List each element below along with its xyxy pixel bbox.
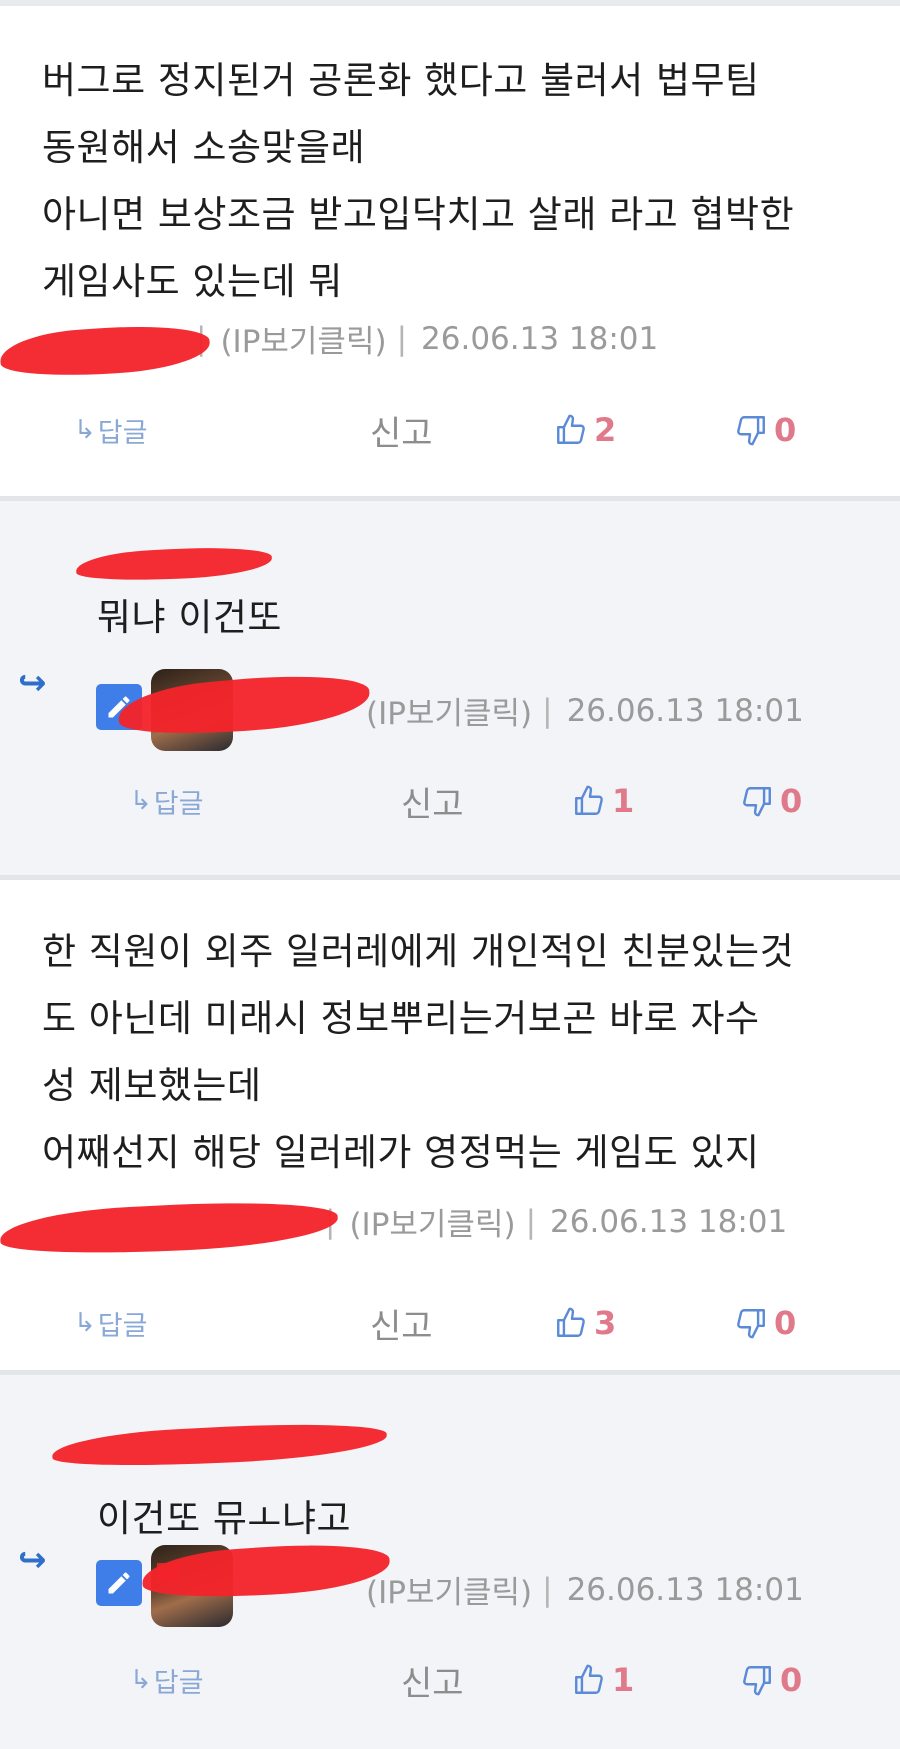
reply-arrow-icon: ↳ (130, 786, 152, 816)
pencil-icon[interactable] (96, 1560, 142, 1606)
timestamp: 26.06.13 18:01 (550, 1203, 788, 1240)
timestamp: 26.06.13 18:01 (566, 1571, 804, 1608)
reply-actions: ↳ 답글 신고 1 0 (0, 1650, 900, 1710)
thumbs-up-icon (557, 1307, 585, 1337)
dislike-count: 0 (774, 411, 797, 449)
thumbs-down-icon (737, 416, 765, 446)
dislike-count: 0 (780, 1661, 803, 1699)
dislike-count: 0 (774, 1304, 797, 1342)
ip-view-link[interactable]: (IP보기클릭) (220, 316, 386, 361)
redacted-username (0, 1196, 339, 1260)
reply-button[interactable]: ↳ 답글 (130, 1650, 203, 1710)
comment-item: 버그로 정지된거 공론화 했다고 불러서 법무팀 동원해서 소송맞을래 아니면 … (0, 6, 900, 496)
thumbs-up-icon (557, 414, 585, 444)
redacted-username (51, 1418, 388, 1472)
report-button[interactable]: 신고 (370, 400, 433, 460)
thumbs-up-icon (575, 1664, 603, 1694)
redacted-username (75, 543, 273, 585)
reply-meta: (IP보기클릭) | 26.06.13 18:01 (366, 1567, 804, 1612)
redacted-username (0, 320, 212, 382)
reply-arrow-icon: ↳ (130, 1665, 152, 1695)
reply-label: 답글 (97, 417, 148, 449)
comment-text: 버그로 정지된거 공론화 했다고 불러서 법무팀 동원해서 소송맞을래 아니면 … (42, 59, 795, 303)
dislike-count: 0 (780, 782, 803, 820)
like-count: 2 (594, 411, 617, 449)
meta-separator: | (525, 1203, 537, 1240)
meta-separator: | (542, 1571, 553, 1608)
ip-view-link[interactable]: (IP보기클릭) (366, 688, 532, 733)
reply-button[interactable]: ↳ 답글 (74, 1293, 147, 1353)
dislike-button[interactable]: 0 (740, 1650, 802, 1710)
comment-item: 한 직원이 외주 일러레에게 개인적인 친분있는것 도 아닌데 미래시 정보뿌리… (0, 880, 900, 1370)
report-button[interactable]: 신고 (401, 1650, 464, 1710)
reply-button[interactable]: ↳ 답글 (130, 771, 203, 831)
dislike-button[interactable]: 0 (734, 400, 796, 460)
thumbs-down-icon (743, 1666, 771, 1696)
like-button[interactable]: 2 (554, 400, 616, 460)
reply-item: 뭐냐 이건또 ↪ (IP보기클릭) | 26.06.13 18:01 ↳ 답글 … (0, 501, 900, 875)
dislike-button[interactable]: 0 (734, 1293, 796, 1353)
reply-actions: ↳ 답글 신고 1 0 (0, 771, 900, 831)
ip-view-link[interactable]: (IP보기클릭) (366, 1567, 532, 1612)
timestamp: 26.06.13 18:01 (421, 320, 659, 357)
thumbs-down-icon (743, 787, 771, 817)
meta-separator: | (396, 320, 408, 357)
like-button[interactable]: 1 (572, 1650, 634, 1710)
reply-arrow-icon: ↪ (18, 1540, 47, 1580)
comment-text: 한 직원이 외주 일러레에게 개인적인 친분있는것 도 아닌데 미래시 정보뿌리… (42, 930, 795, 1174)
reply-arrow-icon: ↪ (18, 663, 47, 703)
comment-meta: | (IP보기클릭) | 26.06.13 18:01 (196, 316, 658, 361)
reply-arrow-icon: ↳ (74, 1308, 96, 1338)
reply-label: 답글 (153, 1667, 204, 1699)
reply-arrow-icon: ↳ (74, 415, 96, 445)
ip-view-link[interactable]: (IP보기클릭) (349, 1199, 515, 1244)
like-count: 1 (612, 782, 635, 820)
meta-separator: | (542, 692, 553, 729)
dislike-button[interactable]: 0 (740, 771, 802, 831)
reply-item: 이건또 뮤ㅗ냐고 ↪ (IP보기클릭) | 26.06.13 18:01 ↳ 답… (0, 1375, 900, 1749)
reply-label: 답글 (97, 1310, 148, 1342)
comment-meta: | (IP보기클릭) | 26.06.13 18:01 (325, 1199, 787, 1244)
like-count: 1 (612, 1661, 635, 1699)
report-button[interactable]: 신고 (401, 771, 464, 831)
reply-button[interactable]: ↳ 답글 (74, 400, 147, 460)
like-count: 3 (594, 1304, 617, 1342)
report-button[interactable]: 신고 (370, 1293, 433, 1353)
like-button[interactable]: 3 (554, 1293, 616, 1353)
like-button[interactable]: 1 (572, 771, 634, 831)
reply-label: 답글 (153, 788, 204, 820)
timestamp: 26.06.13 18:01 (566, 692, 804, 729)
thumbs-up-icon (575, 785, 603, 815)
comment-actions: ↳ 답글 신고 2 0 (0, 400, 900, 460)
reply-text: 뭐냐 이건또 (97, 596, 282, 639)
reply-text: 이건또 뮤ㅗ냐고 (97, 1497, 352, 1540)
thumbs-down-icon (737, 1309, 765, 1339)
comment-actions: ↳ 답글 신고 3 0 (0, 1293, 900, 1353)
reply-meta: (IP보기클릭) | 26.06.13 18:01 (366, 688, 804, 733)
